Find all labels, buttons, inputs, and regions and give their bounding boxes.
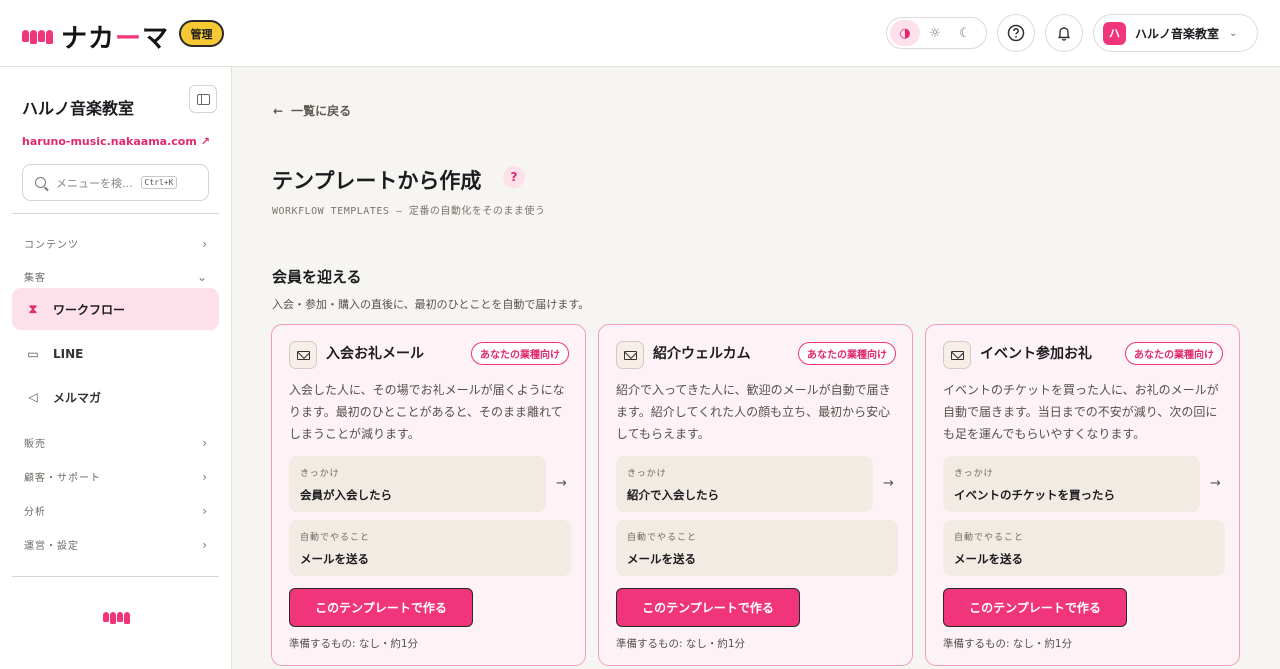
nav-group-contents[interactable]: コンテンツ › [24, 236, 208, 252]
card-description: 入会した人に、その場でお礼メールが届くようになります。最初のひとことがあると、そ… [289, 383, 565, 441]
card-title: 入会お礼メール [326, 346, 424, 362]
trigger-box: きっかけ 紹介で入会したら [616, 456, 873, 512]
nav-group-sales[interactable]: 販売 › [24, 435, 208, 451]
people-icon [103, 612, 130, 624]
nav-group-acquisition[interactable]: 集客 ⌄ [24, 269, 208, 285]
brand-logo[interactable]: ナカーマ [22, 18, 169, 55]
prep-note: 準備するもの: なし・約1分 [943, 638, 1073, 650]
menu-search-input[interactable]: メニューを検... Ctrl+K [22, 164, 209, 201]
arrow-right-icon: → [556, 476, 567, 491]
help-icon[interactable]: ? [503, 166, 525, 188]
external-link-icon: ↗ [200, 135, 211, 148]
card-title: イベント参加お礼 [980, 346, 1092, 362]
chevron-right-icon: › [202, 503, 208, 518]
chevron-down-icon: ⌄ [1229, 27, 1238, 39]
divider [12, 213, 219, 214]
admin-badge: 管理 [179, 20, 224, 47]
site-url-link[interactable]: haruno-music.nakaama.com ↗ [22, 135, 210, 148]
arrow-right-icon: → [883, 476, 894, 491]
nav-group-customers[interactable]: 顧客・サポート › [24, 469, 208, 485]
hourglass-icon: ⧗ [28, 301, 38, 316]
theme-dark-icon[interactable]: ☾ [950, 20, 980, 46]
org-name: ハルノ音楽教室 [22, 99, 135, 118]
industry-badge: あなたの業種向け [1125, 342, 1223, 365]
chevron-right-icon: › [202, 435, 208, 450]
industry-badge: あなたの業種向け [471, 342, 569, 365]
prep-note: 準備するもの: なし・約1分 [289, 638, 419, 650]
template-card: イベント参加お礼 あなたの業種向け イベントのチケットを買った人に、お礼のメール… [925, 324, 1240, 666]
sidebar-item-line[interactable]: ▭ LINE [12, 333, 219, 375]
brand-name: ナカーマ [61, 24, 170, 54]
arrow-left-icon: ← [273, 104, 284, 118]
sidebar-toggle-icon[interactable] [189, 85, 217, 113]
use-template-button[interactable]: このテンプレートで作る [289, 588, 473, 627]
people-icon [22, 29, 53, 44]
megaphone-icon: ◁ [28, 390, 38, 404]
theme-system-icon[interactable]: ◑ [890, 20, 920, 46]
page-title: テンプレートから作成 [272, 169, 482, 193]
divider [12, 576, 219, 577]
arrow-right-icon: → [1210, 476, 1221, 491]
use-template-button[interactable]: このテンプレートで作る [943, 588, 1127, 627]
back-link[interactable]: ← 一覧に戻る [273, 102, 351, 119]
chevron-right-icon: › [202, 469, 208, 484]
prep-note: 準備するもの: なし・約1分 [616, 638, 746, 650]
chevron-right-icon: › [202, 236, 208, 251]
section-description: 入会・参加・購入の直後に、最初のひとことを自動で届けます。 [272, 298, 590, 311]
card-description: イベントのチケットを買った人に、お礼のメールが自動で届きます。当日までの不安が減… [943, 383, 1219, 441]
help-icon[interactable] [997, 14, 1035, 52]
template-card: 紹介ウェルカム あなたの業種向け 紹介で入ってきた人に、歓迎のメールが自動で届き… [598, 324, 913, 666]
trigger-box: きっかけ 会員が入会したら [289, 456, 546, 512]
theme-light-icon[interactable]: ☼ [920, 20, 950, 46]
page-subtitle: WORKFLOW TEMPLATES — 定番の自動化をそのまま使う [272, 206, 546, 217]
action-box: 自動でやること メールを送る [943, 520, 1225, 576]
action-box: 自動でやること メールを送る [289, 520, 571, 576]
search-icon [35, 177, 46, 188]
card-description: 紹介で入ってきた人に、歓迎のメールが自動で届きます。紹介してくれた人の顔も立ち、… [616, 383, 891, 441]
use-template-button[interactable]: このテンプレートで作る [616, 588, 800, 627]
mail-icon [943, 341, 971, 369]
chevron-down-icon: ⌄ [196, 269, 208, 284]
theme-switcher: ◑ ☼ ☾ [886, 17, 987, 49]
search-placeholder: メニューを検... [56, 176, 133, 190]
nav-group-settings[interactable]: 運営・設定 › [24, 537, 208, 553]
bell-icon[interactable] [1045, 14, 1083, 52]
sidebar-item-workflow[interactable]: ⧗ ワークフロー [12, 288, 219, 330]
sidebar: ハルノ音楽教室 haruno-music.nakaama.com ↗ メニューを検… [0, 67, 232, 669]
sidebar-item-mailmag[interactable]: ◁ メルマガ [12, 376, 219, 418]
action-box: 自動でやること メールを送る [616, 520, 898, 576]
card-title: 紹介ウェルカム [653, 346, 751, 362]
mail-icon [616, 341, 644, 369]
section-title: 会員を迎える [272, 268, 362, 286]
top-bar: ナカーマ 管理 ◑ ☼ ☾ ハ ハルノ音楽教室 ⌄ [0, 0, 1280, 67]
chevron-right-icon: › [202, 537, 208, 552]
account-menu[interactable]: ハ ハルノ音楽教室 ⌄ [1093, 14, 1258, 52]
chat-icon: ▭ [27, 347, 39, 361]
shortcut-hint: Ctrl+K [140, 176, 178, 189]
nav-group-analytics[interactable]: 分析 › [24, 503, 208, 519]
mail-icon [289, 341, 317, 369]
trigger-box: きっかけ イベントのチケットを買ったら [943, 456, 1200, 512]
template-card: 入会お礼メール あなたの業種向け 入会した人に、その場でお礼メールが届くようにな… [271, 324, 586, 666]
avatar: ハ [1103, 21, 1126, 45]
account-name: ハルノ音楽教室 [1135, 26, 1220, 41]
industry-badge: あなたの業種向け [798, 342, 896, 365]
main-content: ← 一覧に戻る テンプレートから作成 ? WORKFLOW TEMPLATES —… [233, 67, 1280, 669]
